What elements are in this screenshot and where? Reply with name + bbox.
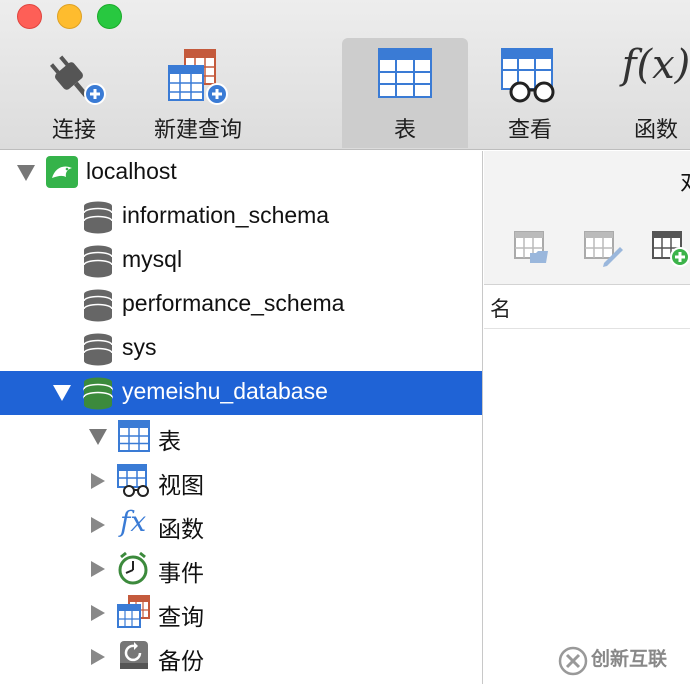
tree-item-label: performance_schema: [122, 290, 345, 316]
tree-item-label: mysql: [122, 246, 183, 272]
view-icon: [501, 48, 555, 103]
tree-item-database[interactable]: mysql: [0, 239, 482, 283]
disclosure-triangle-icon[interactable]: [91, 517, 105, 533]
view-button[interactable]: 查看: [480, 38, 580, 148]
watermark: 创新互联: [556, 638, 690, 684]
tree-item-label: localhost: [86, 158, 177, 184]
tree-item-events[interactable]: 事件: [0, 547, 482, 591]
database-icon: [83, 245, 113, 278]
tree-item-database[interactable]: information_schema: [0, 195, 482, 239]
tree-item-views[interactable]: 视图: [0, 459, 482, 503]
tables-button[interactable]: 表: [342, 38, 468, 148]
new-query-icon: [168, 49, 228, 105]
tree-item-queries[interactable]: 查询: [0, 591, 482, 635]
plug-add-icon: [50, 55, 106, 105]
tree-item-label: sys: [122, 334, 157, 360]
table-icon: [378, 48, 432, 98]
function-icon: fx: [120, 505, 147, 538]
view-label: 查看: [507, 118, 552, 143]
tree-item-database[interactable]: sys: [0, 327, 482, 371]
query-icon: [117, 595, 150, 628]
close-window-button[interactable]: [17, 4, 42, 29]
minimize-window-button[interactable]: [57, 4, 82, 29]
tree-item-label: 事件: [158, 561, 204, 587]
tables-label: 表: [393, 118, 416, 143]
pane-title: 对: [680, 165, 690, 197]
tree-item-functions[interactable]: fx 函数: [0, 503, 482, 547]
column-header-name[interactable]: 名: [490, 293, 511, 323]
tree-item-database-selected[interactable]: yemeishu_database: [0, 371, 482, 415]
tree-item-label: 表: [158, 429, 181, 455]
function-icon: f(x): [621, 42, 690, 88]
object-pane: 对 名: [484, 151, 690, 684]
view-icon: [117, 464, 149, 497]
disclosure-triangle-icon[interactable]: [17, 165, 35, 181]
disclosure-triangle-icon[interactable]: [91, 649, 105, 665]
backup-icon: [120, 641, 148, 669]
database-icon: [83, 289, 113, 322]
tree-item-localhost[interactable]: localhost: [0, 151, 482, 195]
watermark-brand: 创新互联: [591, 648, 668, 670]
mysql-connection-icon: [46, 156, 78, 188]
new-query-label: 新建查询: [153, 118, 242, 143]
tree-item-label: yemeishu_database: [122, 378, 328, 404]
functions-label: 函数: [633, 118, 678, 143]
database-icon: [83, 333, 113, 366]
tree-item-tables[interactable]: 表: [0, 415, 482, 459]
table-icon: [118, 420, 150, 452]
tree-item-backups[interactable]: 备份: [0, 635, 482, 679]
tree-item-label: 查询: [158, 605, 204, 631]
object-tree: localhost information_schema mysql perfo…: [0, 151, 483, 684]
toolbar: 连接 新建查询 表 查看 f(x) 函数: [0, 0, 690, 150]
functions-button[interactable]: f(x) 函数: [606, 38, 690, 148]
object-list-header: 名: [484, 285, 690, 329]
disclosure-triangle-icon[interactable]: [91, 473, 105, 489]
disclosure-triangle-icon[interactable]: [91, 561, 105, 577]
new-query-button[interactable]: 新建查询: [146, 38, 250, 148]
tree-item-label: 视图: [158, 473, 204, 499]
design-table-button[interactable]: [584, 231, 624, 267]
watermark-logo-icon: [558, 646, 588, 676]
tree-item-database[interactable]: performance_schema: [0, 283, 482, 327]
zoom-window-button[interactable]: [97, 4, 122, 29]
tree-item-label: 函数: [158, 517, 204, 543]
database-open-icon: [83, 377, 113, 410]
tree-item-label: information_schema: [122, 202, 330, 228]
tree-item-label: 备份: [158, 649, 204, 675]
connect-label: 连接: [51, 118, 96, 143]
disclosure-triangle-icon[interactable]: [91, 605, 105, 621]
clock-icon: [118, 551, 148, 585]
connect-button[interactable]: 连接: [22, 38, 126, 148]
database-icon: [83, 201, 113, 234]
disclosure-triangle-icon[interactable]: [53, 385, 71, 401]
new-table-button[interactable]: [652, 231, 690, 267]
object-toolbar: 对: [484, 151, 690, 285]
open-table-button[interactable]: [514, 231, 550, 265]
disclosure-triangle-icon[interactable]: [89, 429, 107, 445]
